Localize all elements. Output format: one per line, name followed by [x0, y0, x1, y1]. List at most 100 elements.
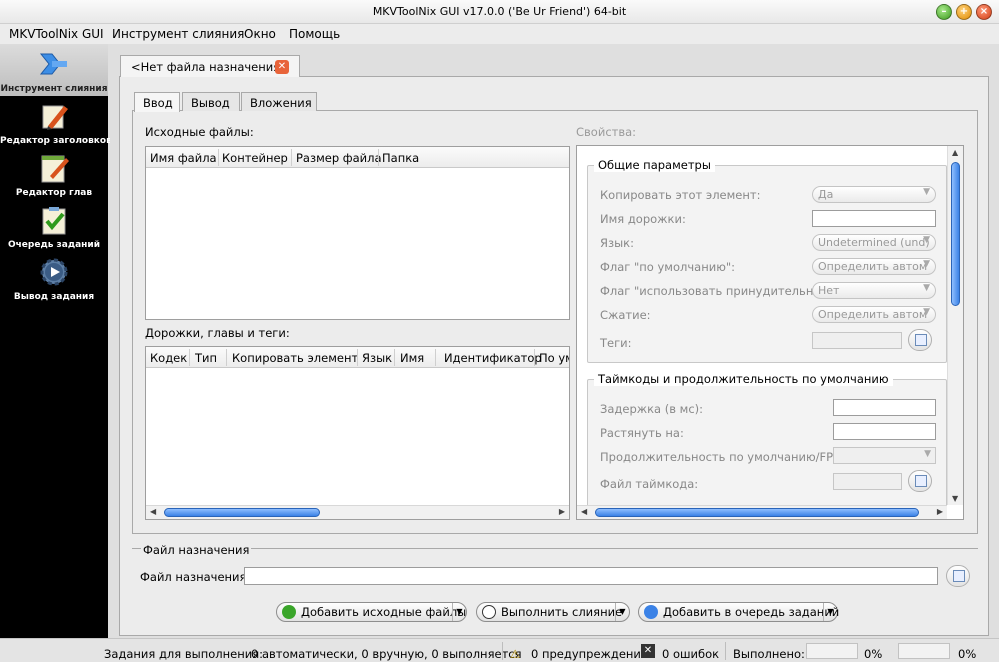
window-title: MKVToolNix GUI v17.0.0 ('Be Ur Friend') … — [372, 5, 627, 18]
column-header[interactable]: Размер файла — [296, 151, 382, 165]
tracks-horizontal-scrollbar[interactable]: ◀ ▶ — [146, 505, 569, 519]
scrollbar-thumb[interactable] — [951, 162, 960, 306]
tracks-header: Кодек Тип Копировать элемент Язык Имя Ид… — [146, 347, 569, 368]
pencil-icon — [42, 105, 68, 130]
minimize-button[interactable]: – — [936, 4, 952, 20]
scroll-right-icon[interactable]: ▶ — [937, 507, 943, 516]
forced-flag-select[interactable]: Нет ▼ — [812, 282, 936, 299]
add-source-files-label: Добавить исходные файлы — [301, 605, 467, 619]
column-header[interactable]: Папка — [382, 151, 419, 165]
timecode-file-field[interactable] — [833, 473, 902, 490]
sidebar-item-job-queue[interactable]: Очередь заданий — [0, 200, 108, 252]
default-duration-label: Продолжительность по умолчанию/FPS: — [600, 450, 845, 464]
notepad-icon — [41, 155, 69, 183]
tracks-label: Дорожки, главы и теги: — [145, 326, 290, 340]
progress-label: Выполнено: — [733, 647, 805, 661]
column-header[interactable]: Имя файла — [150, 151, 217, 165]
properties-label: Свойства: — [576, 125, 637, 139]
chevron-down-icon[interactable]: ▼ — [823, 603, 837, 621]
output-browse-button[interactable] — [946, 565, 970, 587]
menu-mkvtoolnix[interactable]: MKVToolNix GUI — [9, 27, 104, 41]
warnings-count[interactable]: 0 предупреждений — [531, 647, 648, 661]
sidebar-item-chapter-editor[interactable]: Редактор глав — [0, 148, 108, 200]
copy-item-select[interactable]: Да ▼ — [812, 186, 936, 203]
sidebar-item-merge[interactable]: Инструмент слияния — [0, 44, 108, 96]
language-select[interactable]: Undetermined (und) ▼ — [812, 234, 936, 251]
add-source-files-button[interactable]: Добавить исходные файлы ▼ — [276, 602, 467, 622]
menu-merge-tool[interactable]: Инструмент слияния — [112, 27, 244, 41]
column-header[interactable]: Контейнер — [222, 151, 288, 165]
sidebar-item-label: Вывод задания — [13, 292, 95, 302]
language-value: Undetermined (und) — [818, 236, 930, 249]
tracks-table[interactable]: Кодек Тип Копировать элемент Язык Имя Ид… — [145, 346, 570, 520]
close-tab-icon[interactable]: ✕ — [275, 60, 289, 74]
tags-label: Теги: — [600, 336, 632, 350]
total-progress-bar — [898, 643, 950, 659]
default-duration-select[interactable]: ▼ — [833, 447, 936, 464]
column-header[interactable]: Кодек — [150, 351, 187, 365]
delay-field[interactable] — [833, 399, 936, 416]
stretch-field[interactable] — [833, 423, 936, 440]
add-to-queue-button[interactable]: Добавить в очередь заданий ▼ — [638, 602, 840, 622]
properties-vertical-scrollbar[interactable]: ▲ ▼ — [947, 146, 963, 505]
merge-icon — [39, 53, 67, 75]
gear-icon — [40, 258, 68, 286]
sidebar-item-label: Инструмент слияния — [0, 84, 108, 94]
column-header[interactable]: По ум — [539, 351, 569, 365]
column-header[interactable]: Тип — [195, 351, 217, 365]
track-name-field[interactable] — [812, 210, 936, 227]
close-button[interactable]: × — [976, 4, 992, 20]
sidebar-item-header-editor[interactable]: Редактор заголовков — [0, 96, 112, 148]
plus-icon — [282, 605, 296, 619]
add-to-queue-label: Добавить в очередь заданий — [663, 605, 840, 619]
scroll-left-icon[interactable]: ◀ — [150, 507, 156, 516]
menu-help[interactable]: Помощь — [289, 27, 340, 41]
timecodes-group: Таймкоды и продолжительность по умолчани… — [587, 372, 947, 519]
timecode-browse-button[interactable] — [908, 470, 932, 492]
timecode-file-label: Файл таймкода: — [600, 477, 699, 491]
menu-window[interactable]: Окно — [244, 27, 276, 41]
column-header[interactable]: Идентификатор — [444, 351, 542, 365]
output-group-title: Файл назначения — [141, 543, 252, 557]
column-header[interactable]: Язык — [362, 351, 392, 365]
scroll-down-icon[interactable]: ▼ — [952, 494, 958, 503]
tab-document-label: <Нет файла назначения> — [131, 60, 290, 74]
tab-document[interactable]: <Нет файла назначения> ✕ — [120, 55, 300, 77]
tags-field[interactable] — [812, 332, 902, 349]
errors-count[interactable]: 0 ошибок — [662, 647, 719, 661]
start-merge-button[interactable]: Выполнить слияние ▼ — [476, 602, 630, 622]
chevron-down-icon: ▼ — [923, 187, 930, 197]
copy-item-label: Копировать этот элемент: — [600, 188, 761, 202]
copy-item-value: Да — [818, 188, 834, 201]
default-flag-select[interactable]: Определить автом ▼ — [812, 258, 936, 275]
tags-browse-button[interactable] — [908, 329, 932, 351]
chevron-down-icon[interactable]: ▼ — [452, 603, 466, 621]
output-file-input[interactable] — [244, 567, 938, 585]
maximize-button[interactable]: + — [956, 4, 972, 20]
file-icon — [915, 475, 927, 487]
output-field-label: Файл назначения: — [140, 570, 251, 584]
language-label: Язык: — [600, 236, 635, 250]
scroll-left-icon[interactable]: ◀ — [581, 507, 587, 516]
column-header[interactable]: Имя — [400, 351, 424, 365]
chevron-down-icon[interactable]: ▼ — [615, 603, 629, 621]
properties-panel[interactable]: Общие параметры Копировать этот элемент:… — [576, 145, 964, 520]
properties-horizontal-scrollbar[interactable]: ◀ ▶ — [577, 505, 947, 519]
scroll-right-icon[interactable]: ▶ — [559, 507, 565, 516]
scroll-up-icon[interactable]: ▲ — [952, 148, 958, 157]
warning-icon: ⚠ — [510, 647, 521, 661]
checklist-icon — [42, 207, 66, 235]
tab-attachments[interactable]: Вложения — [241, 92, 317, 111]
play-icon — [482, 605, 496, 619]
file-icon — [953, 570, 965, 582]
sidebar-item-job-output[interactable]: Вывод задания — [0, 252, 108, 304]
compression-select[interactable]: Определить автом ▼ — [812, 306, 936, 323]
compression-value: Определить автом — [818, 308, 928, 321]
scrollbar-thumb[interactable] — [164, 508, 320, 517]
scrollbar-thumb[interactable] — [595, 508, 919, 517]
source-files-table[interactable]: Имя файла Контейнер Размер файла Папка — [145, 146, 570, 320]
tab-input[interactable]: Ввод — [134, 92, 180, 112]
column-header[interactable]: Копировать элемент — [232, 351, 358, 365]
tab-output[interactable]: Вывод — [182, 92, 240, 111]
total-progress-value: 0% — [958, 647, 977, 661]
